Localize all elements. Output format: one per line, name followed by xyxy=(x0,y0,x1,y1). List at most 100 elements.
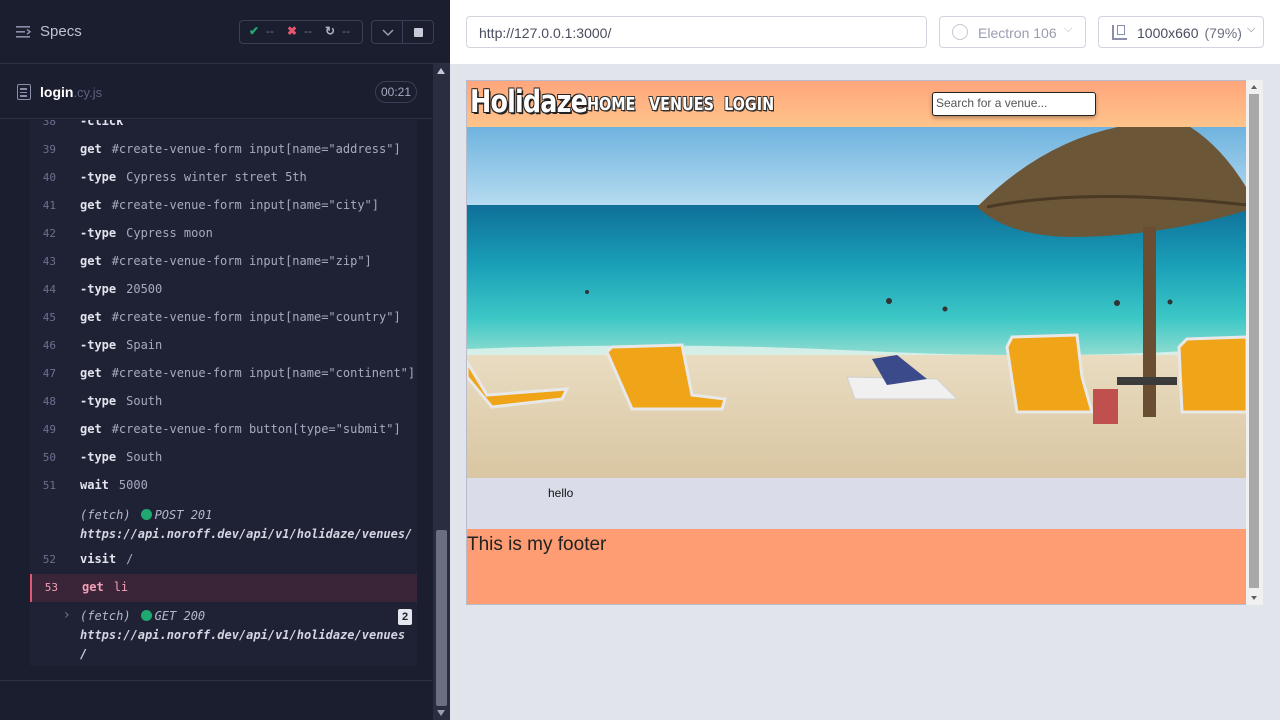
command-number: 41 xyxy=(42,199,56,212)
command-message: #create-venue-form input[name="address"] xyxy=(111,142,401,156)
specs-list-icon[interactable] xyxy=(16,25,32,39)
test-stats: ✔ -- ✖ -- ↻ -- xyxy=(239,20,363,44)
command-row[interactable]: 48 -type South xyxy=(30,388,417,416)
command-name: get #create-venue-form input[name="contin… xyxy=(80,366,416,380)
command-row[interactable]: 39 get #create-venue-form input[name="addr… xyxy=(30,136,417,164)
failed-count: -- xyxy=(304,24,312,38)
command-row[interactable]: 49 get #create-venue-form button[type="sub… xyxy=(30,416,417,444)
scrollbar-thumb[interactable] xyxy=(436,530,447,706)
hero-image xyxy=(467,127,1246,478)
runner-panel: Specs ✔ -- ✖ -- ↻ -- login.cy.js 00:21 3… xyxy=(0,0,450,720)
scroll-up-arrow-icon[interactable] xyxy=(1251,85,1257,89)
main-content: hello xyxy=(467,478,1246,529)
command-message: #create-venue-form input[name="continent… xyxy=(111,366,416,380)
command-name: get #create-venue-form button[type="submi… xyxy=(80,422,401,436)
command-name: get #create-venue-form input[name="city"] xyxy=(80,198,379,212)
fetch-status: POST 201 xyxy=(154,508,213,522)
nav-venues[interactable]: VENUES xyxy=(649,94,714,115)
expand-collapse-button[interactable] xyxy=(371,20,403,44)
venue-search-input[interactable]: Search for a venue... xyxy=(932,92,1096,116)
command-number: 47 xyxy=(42,367,56,380)
scroll-down-arrow-icon[interactable] xyxy=(1251,596,1257,600)
command-message: 20500 xyxy=(126,282,163,296)
command-number: 48 xyxy=(42,395,56,408)
ruler-icon xyxy=(1112,25,1127,40)
fetch-url-tail: / xyxy=(80,647,88,661)
chevron-down-icon: ⌵ xyxy=(1247,23,1256,35)
site-logo[interactable]: Holidaze xyxy=(470,84,588,120)
scrollbar-thumb[interactable] xyxy=(1249,94,1259,588)
command-number: 51 xyxy=(42,479,56,492)
spec-file-name[interactable]: login.cy.js xyxy=(40,84,102,100)
command-row[interactable]: 44 -type 20500 xyxy=(30,276,417,304)
command-row[interactable]: 38 -click xyxy=(30,120,417,136)
chevron-right-icon[interactable]: › xyxy=(64,607,70,623)
app-under-test-frame: Holidaze HOME VENUES LOGIN Search for a … xyxy=(466,80,1247,605)
site-footer: This is my footer xyxy=(467,529,1246,604)
command-message: #create-venue-form input[name="zip"] xyxy=(111,254,372,268)
command-row[interactable]: 40 -type Cypress winter street 5th xyxy=(30,164,417,192)
command-name: -type Cypress winter street 5th xyxy=(80,170,307,184)
browser-select[interactable]: Electron 106 ⌵ xyxy=(939,16,1086,48)
fetch-status: GET 200 xyxy=(154,609,206,623)
command-row[interactable]: 53 get li xyxy=(30,574,417,602)
viewport-size: 1000x660 xyxy=(1137,25,1199,41)
pending-count: -- xyxy=(342,24,350,38)
check-icon: ✔ xyxy=(249,24,260,38)
site-header: Holidaze HOME VENUES LOGIN Search for a … xyxy=(467,81,1246,127)
electron-icon xyxy=(952,24,968,40)
command-log: 38 -click 39 get #create-venue-form input[na… xyxy=(30,120,417,666)
command-name: get li xyxy=(82,580,129,594)
chevron-down-icon xyxy=(382,29,394,37)
viewport-select[interactable]: 1000x660 (79%) ⌵ xyxy=(1098,16,1264,48)
command-name: -type Cypress moon xyxy=(80,226,213,240)
passed-count: -- xyxy=(266,24,274,38)
command-number: 46 xyxy=(42,339,56,352)
command-row[interactable]: 45 get #create-venue-form input[name="coun… xyxy=(30,304,417,332)
command-number: 45 xyxy=(42,311,56,324)
scroll-up-arrow-icon[interactable] xyxy=(437,68,445,74)
scroll-down-arrow-icon[interactable] xyxy=(437,710,445,716)
fetch-get-log[interactable]: (fetch) GET 200 https://api.noroff.dev/api… xyxy=(80,607,405,664)
command-number: 53 xyxy=(44,581,58,594)
spec-file-ext: .cy.js xyxy=(73,85,103,100)
specs-header: Specs ✔ -- ✖ -- ↻ -- xyxy=(0,0,450,64)
command-row[interactable]: 41 get #create-venue-form input[name="city… xyxy=(30,192,417,220)
runner-footer xyxy=(0,680,432,720)
command-row[interactable]: 47 get #create-venue-form input[name="cont… xyxy=(30,360,417,388)
command-number: 38 xyxy=(42,120,56,128)
command-row[interactable]: 50 -type South xyxy=(30,444,417,472)
browser-name: Electron 106 xyxy=(978,25,1057,41)
command-row[interactable]: 42 -type Cypress moon xyxy=(30,220,417,248)
fetch-label: (fetch) xyxy=(80,508,131,522)
command-name: wait 5000 xyxy=(80,478,148,492)
url-field[interactable]: http://127.0.0.1:3000/ xyxy=(466,16,927,48)
command-row[interactable]: 51 wait 5000 xyxy=(30,472,417,500)
request-count-badge: 2 xyxy=(398,609,412,625)
command-number: 52 xyxy=(42,553,56,566)
command-name: get #create-venue-form input[name="countr… xyxy=(80,310,401,324)
specs-title[interactable]: Specs xyxy=(40,23,82,40)
command-name: -type South xyxy=(80,394,163,408)
zoom-level: (79%) xyxy=(1204,25,1242,41)
command-row[interactable]: 43 get #create-venue-form input[name="zip"… xyxy=(30,248,417,276)
command-row[interactable]: 46 -type Spain xyxy=(30,332,417,360)
nav-home[interactable]: HOME xyxy=(587,94,635,115)
command-log-scrollbar[interactable] xyxy=(433,64,450,720)
run-duration: 00:21 xyxy=(375,81,417,103)
nav-login[interactable]: LOGIN xyxy=(724,94,774,115)
footer-text: This is my footer xyxy=(467,534,607,555)
x-icon: ✖ xyxy=(287,24,298,38)
browser-toolbar: http://127.0.0.1:3000/ Electron 106 ⌵ 10… xyxy=(450,0,1280,64)
command-message: Cypress winter street 5th xyxy=(126,170,307,184)
aut-scrollbar[interactable] xyxy=(1246,80,1263,605)
command-message: 5000 xyxy=(118,478,148,492)
spec-file-header: login.cy.js 00:21 xyxy=(0,65,432,119)
stop-button[interactable] xyxy=(402,20,434,44)
content-text: hello xyxy=(548,486,574,500)
status-dot-icon xyxy=(140,509,152,520)
command-row[interactable]: 52 visit / xyxy=(30,546,417,574)
fetch-post-log[interactable]: (fetch) POST 201 https://api.noroff.dev/ap… xyxy=(80,506,412,544)
command-name: -type 20500 xyxy=(80,282,163,296)
command-message: li xyxy=(113,580,129,594)
